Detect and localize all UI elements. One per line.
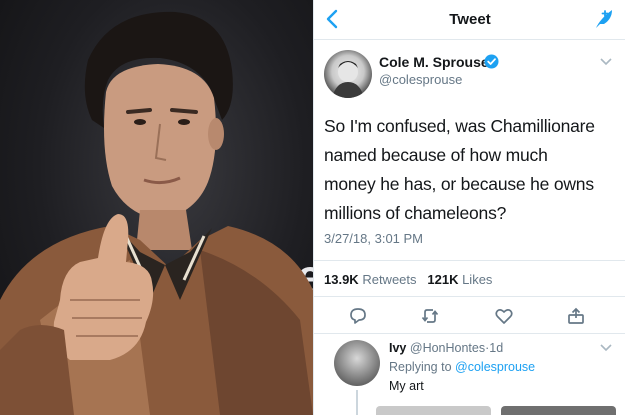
photo-panel: Blue [0, 0, 313, 415]
reply-author-handle[interactable]: @HonHontes [410, 341, 485, 355]
retweets-count[interactable]: 13.9K [324, 272, 359, 287]
retweets-label[interactable]: Retweets [362, 272, 416, 287]
replying-to-mention[interactable]: @colesprouse [455, 360, 535, 374]
person-thumbs-up-illustration [0, 11, 313, 415]
divider [314, 296, 625, 297]
author-handle[interactable]: @colesprouse [379, 72, 462, 87]
retweet-icon[interactable] [420, 306, 440, 326]
tweet-actions [314, 302, 625, 330]
media-thumbnail[interactable] [376, 406, 491, 415]
tweet-text: So I'm confused, was Chamillionare named… [324, 112, 616, 228]
verified-badge-icon [484, 54, 499, 69]
chevron-down-icon[interactable] [600, 344, 612, 352]
reply-author-name[interactable]: Ivy [389, 341, 406, 355]
reply-header: Ivy @HonHontes·1d [389, 341, 503, 355]
tweet-timestamp: 3/27/18, 3:01 PM [324, 231, 424, 246]
tweet-text-line: money he has, or because he owns [324, 174, 594, 194]
reply-icon[interactable] [348, 306, 368, 326]
nav-bar: Tweet [314, 0, 625, 40]
reply-media[interactable] [376, 406, 616, 415]
reply-text: My art [389, 379, 424, 393]
replying-to-label: Replying to [389, 360, 452, 374]
media-thumbnail[interactable] [501, 406, 616, 415]
chevron-down-icon[interactable] [600, 58, 612, 66]
divider [314, 260, 625, 261]
like-icon[interactable] [494, 306, 514, 326]
compose-feather-icon[interactable] [592, 7, 616, 31]
divider [314, 333, 625, 334]
tweet-text-line: millions of chameleons? [324, 203, 507, 223]
likes-count[interactable]: 121K [427, 272, 458, 287]
avatar[interactable] [324, 50, 372, 98]
tweet-text-line: So I'm confused, was Chamillionare [324, 116, 595, 136]
thread-line [356, 390, 358, 415]
reply-avatar[interactable] [334, 340, 380, 386]
reply-tweet[interactable]: Ivy @HonHontes·1d Replying to @colesprou… [314, 336, 625, 415]
avatar-portrait-icon [332, 61, 364, 98]
author-name[interactable]: Cole M. Sprouse [379, 54, 489, 70]
reply-age: 1d [489, 341, 504, 355]
share-icon[interactable] [566, 306, 586, 326]
page-title: Tweet [449, 11, 491, 28]
tweet-author[interactable]: Cole M. Sprouse @colesprouse [314, 44, 625, 104]
tweet-stats: 13.9K Retweets 121K Likes [324, 272, 492, 287]
tweet-text-line: named because of how much [324, 145, 548, 165]
tweet-panel: Tweet Cole M. Sprouse @colesprouse So I'… [313, 0, 625, 415]
replying-to: Replying to @colesprouse [389, 360, 535, 374]
likes-label[interactable]: Likes [462, 272, 492, 287]
